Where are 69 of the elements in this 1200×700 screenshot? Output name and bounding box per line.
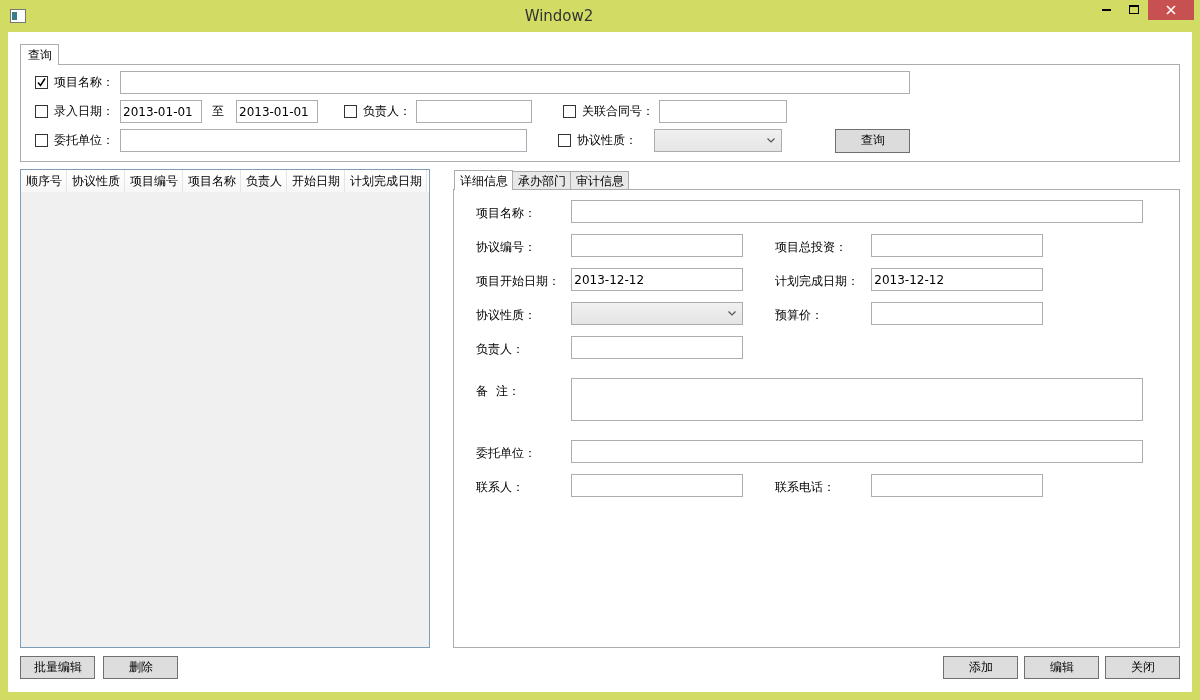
checkbox[interactable] xyxy=(558,134,571,147)
field-label: 负责人： xyxy=(476,341,526,358)
column-header[interactable]: 顺序号 xyxy=(21,170,67,192)
checkbox[interactable] xyxy=(35,105,48,118)
field-label: 项目名称： xyxy=(54,74,115,91)
field-label: 项目总投资： xyxy=(775,239,849,256)
date-field[interactable]: 2013-12-12 xyxy=(871,268,1044,291)
checkbox[interactable] xyxy=(35,76,48,89)
input-field[interactable] xyxy=(871,234,1044,257)
field-label: 负责人： xyxy=(363,103,412,120)
field-label: 联系电话： xyxy=(775,479,837,496)
chevron-down-icon xyxy=(767,138,775,143)
input-field[interactable] xyxy=(571,336,744,359)
range-separator: 至 xyxy=(212,103,224,120)
input-field[interactable] xyxy=(571,234,744,257)
input-field[interactable] xyxy=(871,474,1044,497)
field-label: 协议编号： xyxy=(476,239,538,256)
chevron-down-icon xyxy=(728,311,737,316)
dropdown[interactable] xyxy=(571,302,744,325)
tab[interactable]: 详细信息 xyxy=(454,170,514,190)
input-field[interactable] xyxy=(871,302,1044,325)
input-field[interactable] xyxy=(659,100,787,123)
input-field[interactable] xyxy=(571,200,1144,223)
field-label: 备 注： xyxy=(476,383,521,400)
date-field[interactable]: 2013-01-01 xyxy=(120,100,202,123)
input-field[interactable] xyxy=(416,100,532,123)
field-label: 联系人： xyxy=(476,479,526,496)
close-icon xyxy=(1166,5,1176,15)
field-label: 协议性质： xyxy=(577,132,638,149)
tab[interactable]: 查询 xyxy=(20,44,59,65)
column-header[interactable]: 负责人 xyxy=(241,170,287,192)
field-label: 录入日期： xyxy=(54,103,115,120)
checkbox[interactable] xyxy=(35,134,48,147)
field-label: 项目名称： xyxy=(476,205,538,222)
checkbox[interactable] xyxy=(344,105,357,118)
field-label: 委托单位： xyxy=(54,132,115,149)
field-label: 预算价： xyxy=(775,307,825,324)
minimize-icon xyxy=(1101,9,1111,11)
column-header[interactable]: 项目名称 xyxy=(183,170,241,192)
column-header[interactable]: 协议性质 xyxy=(67,170,125,192)
action-button[interactable]: 添加 xyxy=(943,656,1018,679)
checkbox[interactable] xyxy=(563,105,576,118)
tab[interactable]: 审计信息 xyxy=(570,171,630,189)
date-field[interactable]: 2013-01-01 xyxy=(236,100,318,123)
maximize-icon xyxy=(1129,5,1139,15)
input-field[interactable] xyxy=(120,129,527,152)
input-field[interactable] xyxy=(571,474,744,497)
dropdown[interactable] xyxy=(654,129,782,152)
field-label: 项目开始日期： xyxy=(476,273,562,290)
field-label: 关联合同号： xyxy=(582,103,655,120)
column-header[interactable]: 项目编号 xyxy=(125,170,183,192)
field-label: 协议性质： xyxy=(476,307,538,324)
query-button[interactable]: 查询 xyxy=(835,128,910,153)
tab[interactable]: 承办部门 xyxy=(512,171,572,189)
column-header[interactable]: 开始日期 xyxy=(287,170,345,192)
check-icon xyxy=(37,78,46,87)
action-button[interactable]: 删除 xyxy=(103,656,178,679)
action-button[interactable]: 编辑 xyxy=(1024,656,1099,679)
action-button[interactable]: 关闭 xyxy=(1105,656,1180,679)
field-label: 委托单位： xyxy=(476,445,538,462)
text-area[interactable] xyxy=(571,378,1144,421)
field-label: 计划完成日期： xyxy=(775,273,861,290)
app-icon xyxy=(10,9,26,23)
input-field[interactable] xyxy=(120,71,910,94)
column-header[interactable]: 计划完成日期 xyxy=(345,170,427,192)
date-field[interactable]: 2013-12-12 xyxy=(571,268,744,291)
action-button[interactable]: 批量编辑 xyxy=(20,656,95,679)
input-field[interactable] xyxy=(571,440,1144,463)
window-title: Window2 xyxy=(523,7,595,25)
